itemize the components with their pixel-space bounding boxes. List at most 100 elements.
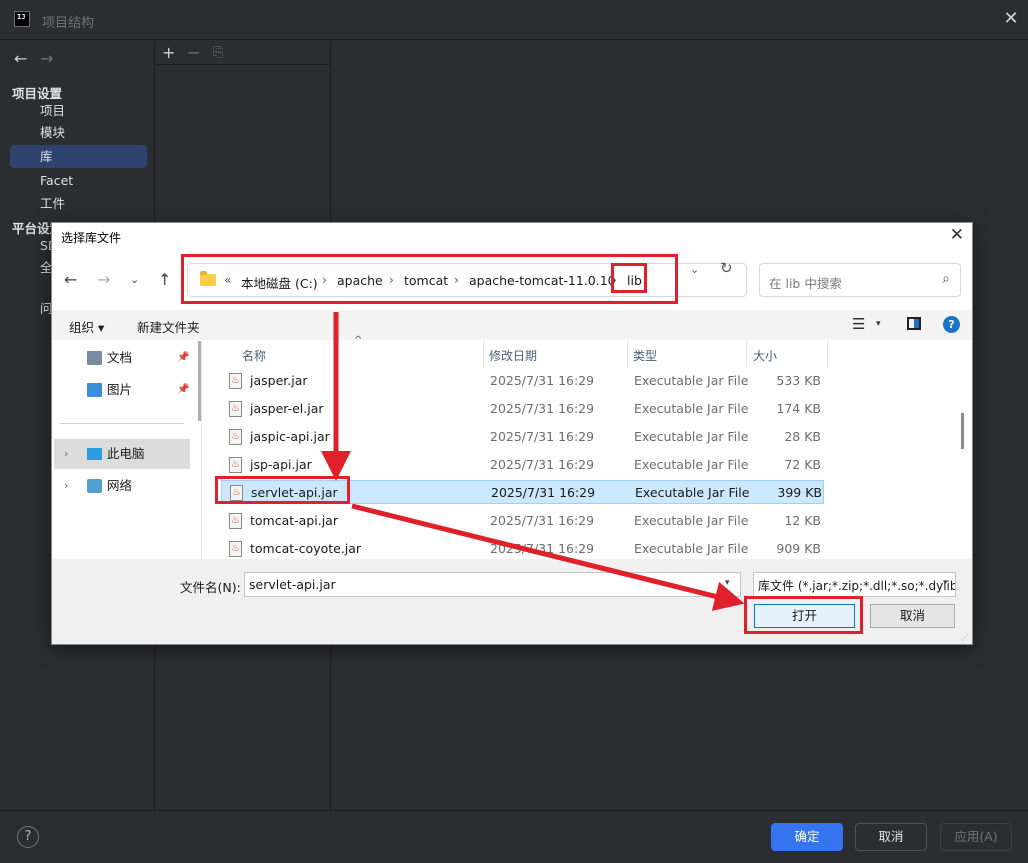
ok-button[interactable]: 确定 [771, 823, 843, 851]
file-row[interactable]: tomcat-coyote.jar 2025/7/31 16:29 Execut… [221, 537, 824, 559]
file-row[interactable]: jsp-api.jar 2025/7/31 16:29 Executable J… [221, 453, 824, 477]
jar-file-icon [229, 369, 242, 393]
help-icon[interactable]: ? [943, 316, 960, 333]
file-row[interactable]: jasper-el.jar 2025/7/31 16:29 Executable… [221, 397, 824, 421]
file-size: 12 KB [784, 513, 821, 528]
preview-pane-icon[interactable] [907, 317, 921, 330]
filename-dropdown-icon[interactable]: ▾ [725, 578, 730, 588]
remove-icon[interactable]: − [187, 43, 200, 62]
sidebar-item-modules[interactable]: 模块 [10, 121, 147, 144]
search-icon[interactable]: ⌕ [942, 271, 950, 287]
column-header-name[interactable]: 名称 [242, 347, 266, 364]
forward-arrow-icon[interactable]: → [40, 49, 53, 68]
file-name: tomcat-api.jar [250, 513, 338, 528]
cancel-button[interactable]: 取消 [855, 823, 927, 851]
file-size: 533 KB [776, 373, 821, 388]
sidebar-item-libraries[interactable]: 库 [10, 145, 147, 168]
ide-dialog-title: 项目结构 [42, 16, 95, 31]
add-icon[interactable]: + [162, 43, 175, 62]
nav-item-documents[interactable]: 文档 📌 [54, 343, 190, 373]
expand-chevron-icon[interactable]: › [64, 471, 68, 501]
column-header-modified[interactable]: 修改日期 [489, 347, 537, 364]
view-options-icon[interactable]: ☰ [852, 315, 865, 333]
organize-menu[interactable]: 组织 ▾ [69, 317, 104, 336]
file-name: jaspic-api.jar [250, 429, 330, 444]
expand-chevron-icon[interactable]: › [64, 439, 68, 469]
divider [60, 423, 184, 424]
copy-icon[interactable]: ⎘ [213, 45, 223, 60]
column-divider[interactable] [827, 341, 828, 367]
file-modified: 2025/7/31 16:29 [490, 457, 595, 472]
file-type: Executable Jar File [634, 429, 749, 444]
apply-button[interactable]: 应用(A) [940, 823, 1012, 851]
column-divider[interactable] [627, 341, 628, 367]
new-folder-button[interactable]: 新建文件夹 [137, 317, 200, 336]
nav-item-label: 此电脑 [107, 446, 145, 461]
column-divider[interactable] [483, 341, 484, 367]
file-type-select[interactable]: 库文件 (*.jar;*.zip;*.dll;*.so;*.dylib) [753, 572, 956, 597]
nav-item-pictures[interactable]: 图片 📌 [54, 375, 190, 405]
jar-file-icon [229, 509, 242, 533]
file-name: jasper-el.jar [250, 401, 324, 416]
recent-locations-chevron-icon[interactable]: ⌄ [130, 273, 139, 286]
file-type: Executable Jar File [635, 485, 750, 500]
file-size: 909 KB [776, 541, 821, 556]
navigation-pane: 文档 📌 图片 📌 › 此电脑 › 网络 [52, 341, 202, 559]
nav-item-label: 图片 [107, 382, 133, 397]
command-bar: 组织 ▾ 新建文件夹 ☰ ▾ ? [52, 310, 972, 340]
file-type: Executable Jar File [634, 541, 749, 556]
refresh-icon[interactable]: ↻ [720, 259, 733, 277]
computer-icon [87, 448, 102, 460]
file-modified: 2025/7/31 16:29 [490, 513, 595, 528]
search-input[interactable]: 在 lib 中搜索 ⌕ [759, 263, 961, 297]
file-dialog-title: 选择库文件 [61, 231, 122, 245]
file-dialog-close-icon[interactable]: ✕ [950, 225, 964, 245]
view-options-caret-icon[interactable]: ▾ [876, 319, 881, 329]
file-row[interactable]: tomcat-api.jar 2025/7/31 16:29 Executabl… [221, 509, 824, 533]
jar-file-icon [229, 453, 242, 477]
file-list: ^ 名称 修改日期 类型 大小 jasper.jar 2025/7/31 16:… [207, 335, 972, 559]
sort-ascending-icon: ^ [354, 335, 363, 346]
pictures-icon [87, 383, 102, 397]
back-arrow-icon[interactable]: ← [14, 49, 27, 68]
sidebar-item-artifacts[interactable]: 工件 [10, 192, 147, 215]
ide-title-bar: IJ 项目结构 ✕ [0, 0, 1028, 40]
ide-close-icon[interactable]: ✕ [1000, 8, 1022, 30]
file-row[interactable]: jasper.jar 2025/7/31 16:29 Executable Ja… [221, 369, 824, 393]
sidebar-item-project[interactable]: 项目 [10, 99, 147, 122]
highlight-address-bar [181, 254, 678, 304]
sidebar-item-facets[interactable]: Facet [10, 169, 147, 192]
file-type-dropdown-icon[interactable]: ▾ [943, 578, 948, 588]
network-icon [87, 479, 102, 493]
file-list-scrollbar[interactable] [961, 413, 964, 449]
file-name: tomcat-coyote.jar [250, 541, 362, 556]
search-placeholder: 在 lib 中搜索 [769, 276, 842, 291]
file-modified: 2025/7/31 16:29 [491, 485, 596, 500]
nav-item-network[interactable]: › 网络 [54, 471, 190, 501]
file-modified: 2025/7/31 16:29 [490, 541, 595, 556]
resize-grip-icon[interactable]: ⋰ [961, 633, 969, 642]
file-row[interactable]: jaspic-api.jar 2025/7/31 16:29 Executabl… [221, 425, 824, 449]
column-divider[interactable] [746, 341, 747, 367]
forward-arrow-icon[interactable]: → [97, 270, 110, 289]
intellij-app-icon: IJ [14, 11, 30, 27]
up-arrow-icon[interactable]: ↑ [158, 270, 171, 289]
navigation-pane-scrollbar[interactable] [198, 341, 201, 421]
file-size: 174 KB [776, 401, 821, 416]
nav-item-label: 文档 [107, 350, 133, 365]
file-size: 28 KB [784, 429, 821, 444]
column-header-size[interactable]: 大小 [753, 347, 777, 364]
nav-item-this-pc[interactable]: › 此电脑 [54, 439, 190, 469]
file-type: Executable Jar File [634, 513, 749, 528]
file-name: jasper.jar [250, 373, 308, 388]
column-header-type[interactable]: 类型 [633, 347, 657, 364]
file-size: 72 KB [784, 457, 821, 472]
file-modified: 2025/7/31 16:29 [490, 373, 595, 388]
document-icon [87, 351, 102, 365]
file-type: Executable Jar File [634, 401, 749, 416]
cancel-button[interactable]: 取消 [870, 604, 955, 628]
address-dropdown-icon[interactable]: ⌄ [690, 263, 699, 276]
back-arrow-icon[interactable]: ← [64, 270, 77, 289]
help-icon[interactable]: ? [17, 826, 39, 848]
filename-input[interactable] [244, 572, 741, 597]
